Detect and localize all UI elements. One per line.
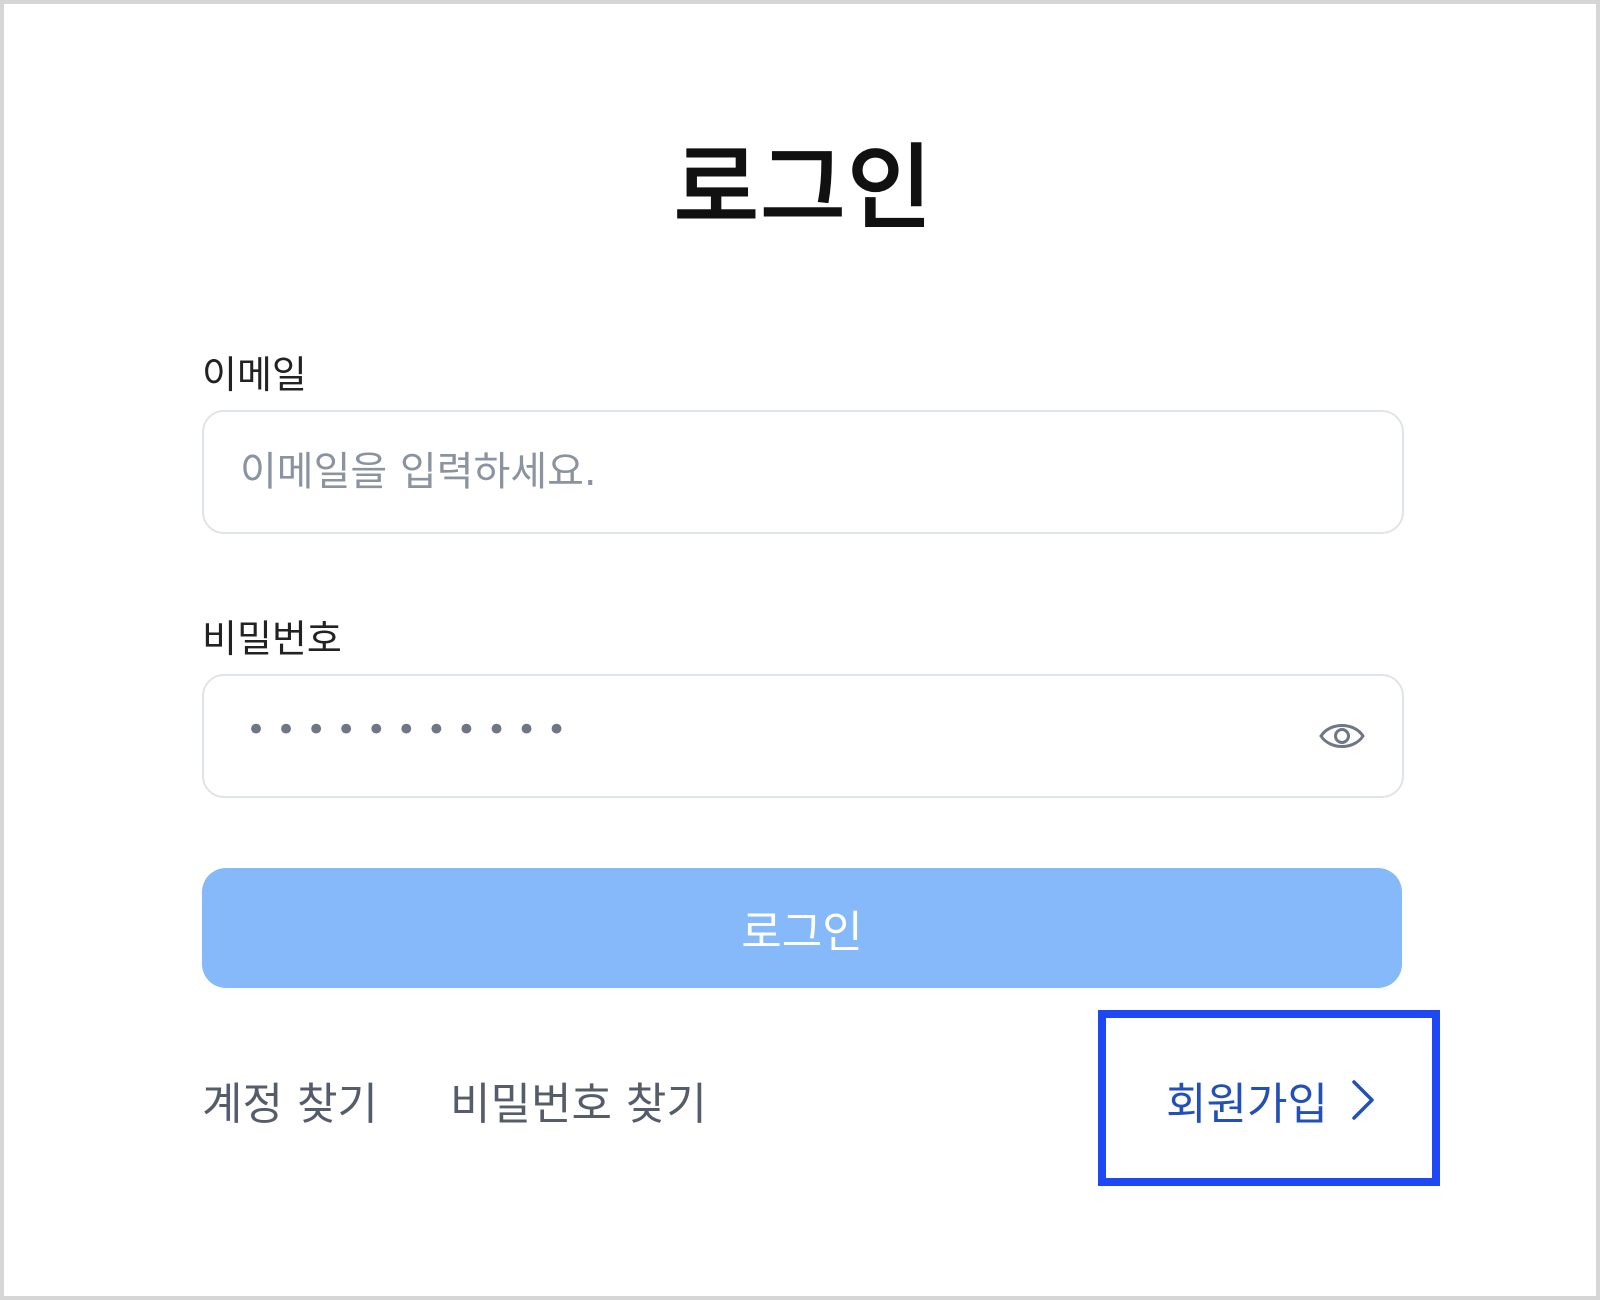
email-label: 이메일 [202,353,307,397]
page-title: 로그인 [674,135,934,242]
chevron-right-icon [1350,1078,1376,1122]
email-field[interactable] [240,412,1360,532]
email-field-container [202,410,1404,534]
signup-link[interactable]: 회원가입 [1166,1068,1376,1132]
find-account-link[interactable]: 계정 찾기 [202,1068,378,1132]
password-masked-value: ••••••••••• [246,710,577,750]
login-button[interactable]: 로그인 [202,868,1402,988]
password-label: 비밀번호 [202,617,342,661]
signup-link-label: 회원가입 [1166,1079,1328,1130]
eye-icon[interactable] [1318,716,1366,756]
login-page: 로그인 이메일 비밀번호 ••••••••••• 로그인 계정 찾기 비밀번호 … [0,0,1600,1300]
password-field[interactable]: ••••••••••• [202,674,1404,798]
find-password-link[interactable]: 비밀번호 찾기 [450,1068,707,1132]
